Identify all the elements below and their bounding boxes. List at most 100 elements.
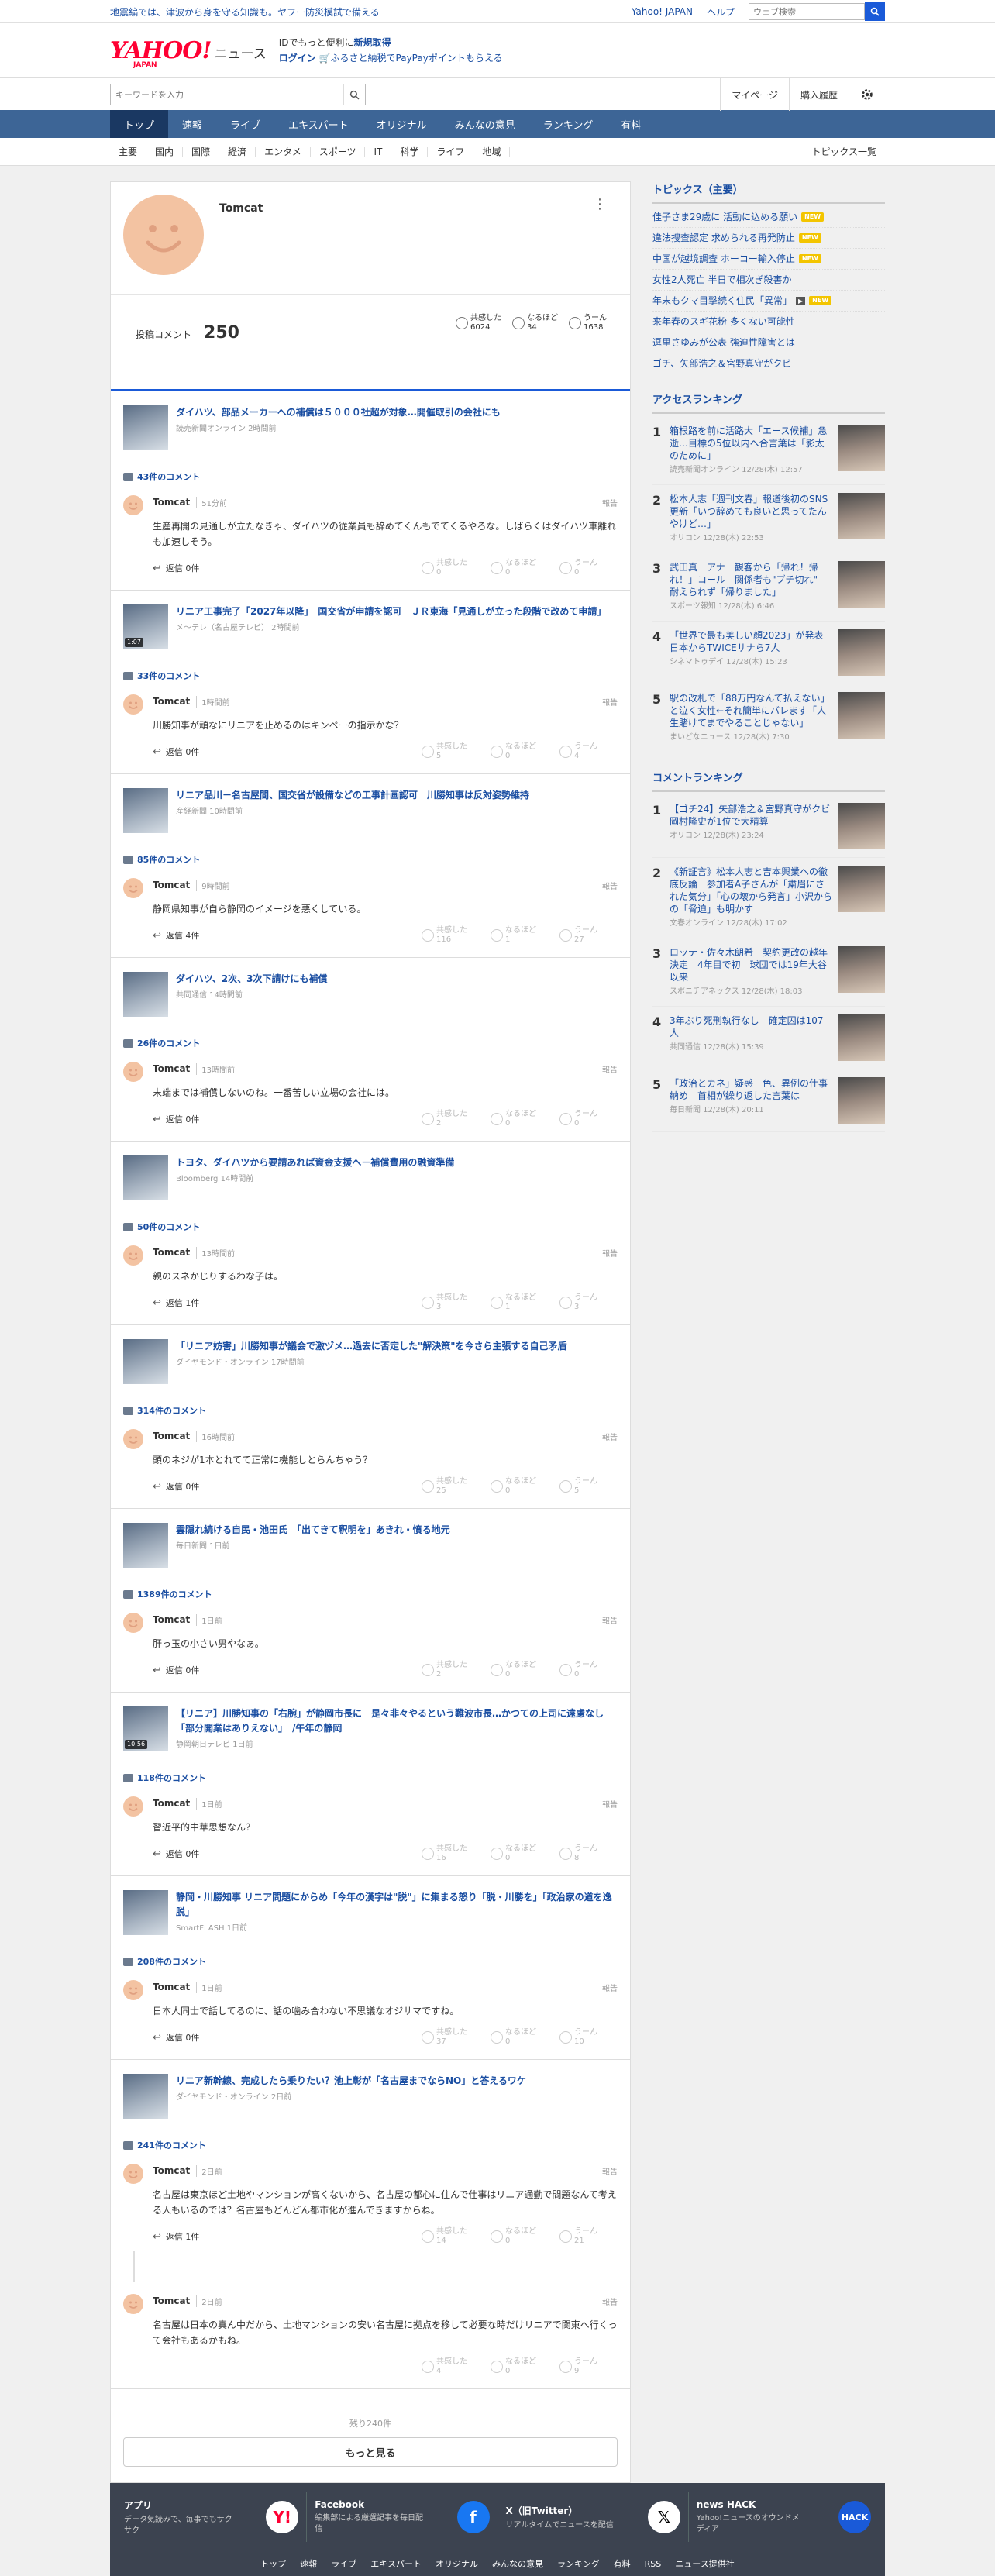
report-link[interactable]: 報告 — [602, 1798, 618, 1810]
article-title[interactable]: ダイハツ、部品メーカーへの補償は５０００社超が対象…開催取引の会社にも — [176, 405, 501, 420]
rank-thumbnail[interactable] — [838, 629, 885, 676]
nav-top[interactable]: トップ — [110, 110, 169, 138]
naruhodo-button[interactable]: なるほど 0 — [491, 1661, 549, 1679]
ranking-item[interactable]: 4 3年ぶり死刑執行なし 確定囚は107人 共同通信 12/28(木) 15:39 — [652, 1007, 885, 1069]
article-thumbnail[interactable]: 10:56 — [123, 1706, 168, 1751]
article-title[interactable]: 【リニア】川勝知事の「右腕」が静岡市長に 是々非々やるという難波市長…かつての上… — [176, 1706, 618, 1736]
reply-button[interactable]: ↩ 返信 1件 — [153, 1297, 199, 1309]
signup-link[interactable]: 新規取得 — [354, 37, 391, 48]
ranking-item[interactable]: 4 「世界で最も美しい顔2023」が発表 日本からTWICEサナら7人 シネマトゥデ… — [652, 622, 885, 684]
naruhodo-button[interactable]: なるほど 0 — [491, 2028, 549, 2047]
comment-user[interactable]: Tomcat — [153, 2295, 190, 2306]
nav-breaking[interactable]: 速報 — [168, 110, 216, 138]
article-title[interactable]: リニア品川－名古屋間、国交省が設備などの工事計画認可 川勝知事は反対姿勢維持 — [176, 788, 529, 803]
cat-business[interactable]: 経済 — [219, 146, 256, 157]
yahoo-japan-link[interactable]: Yahoo! JAPAN — [632, 6, 693, 17]
comment-count-link[interactable]: 1389件のコメント — [123, 1588, 618, 1600]
empathy-button[interactable]: 共感した 16 — [422, 1844, 480, 1863]
topic-link[interactable]: 女性2人死亡 半日で相次ぎ殺害か — [652, 270, 885, 291]
web-search-input[interactable] — [749, 3, 865, 20]
report-link[interactable]: 報告 — [602, 1614, 618, 1626]
article-link[interactable]: 「リニア妨害」川勝知事が議会で激ヅメ…過去に否定した"解決策"を今さら主張する自… — [123, 1339, 618, 1384]
reply-button[interactable]: ↩ 返信 0件 — [153, 1480, 199, 1493]
reply-button[interactable]: ↩ 返信 1件 — [153, 2230, 199, 2243]
reply-button[interactable]: ↩ 返信 0件 — [153, 1848, 199, 1860]
footer-link[interactable]: トップ — [260, 2557, 286, 2570]
footer-link[interactable]: ランキング — [557, 2557, 600, 2570]
article-thumbnail[interactable] — [123, 2074, 168, 2119]
rank-title[interactable]: ロッテ・佐々木朗希 契約更改の越年決定 4年目で初 球団では19年大谷以来 — [670, 946, 832, 983]
rank-title[interactable]: 3年ぶり死刑執行なし 確定囚は107人 — [670, 1014, 832, 1039]
reply-button[interactable]: ↩ 返信 4件 — [153, 929, 199, 942]
empathy-button[interactable]: 共感した 0 — [422, 559, 480, 577]
ranking-item[interactable]: 3 ロッテ・佐々木朗希 契約更改の越年決定 4年目で初 球団では19年大谷以来 スポ… — [652, 938, 885, 1007]
empathy-button[interactable]: 共感した 5 — [422, 742, 480, 761]
uun-button[interactable]: うーん 0 — [559, 1110, 618, 1128]
topics-list-link[interactable]: トピックス一覧 — [803, 146, 885, 157]
naruhodo-button[interactable]: なるほど 0 — [491, 1477, 549, 1496]
uun-button[interactable]: うーん 0 — [559, 559, 618, 577]
naruhodo-button[interactable]: なるほど 0 — [491, 559, 549, 577]
comment-user[interactable]: Tomcat — [153, 880, 190, 890]
reply-button[interactable]: ↩ 返信 0件 — [153, 1113, 199, 1125]
footer-link[interactable]: みんなの意見 — [492, 2557, 543, 2570]
comment-user[interactable]: Tomcat — [153, 2165, 190, 2176]
report-link[interactable]: 報告 — [602, 696, 618, 708]
report-link[interactable]: 報告 — [602, 880, 618, 891]
footer-link[interactable]: 速報 — [300, 2557, 317, 2570]
yahoo-news-logo[interactable]: YAHOO! ニュース — [110, 37, 267, 64]
comment-user[interactable]: Tomcat — [153, 1614, 190, 1625]
empathy-button[interactable]: 共感した 2 — [422, 1110, 480, 1128]
empathy-button[interactable]: 共感した 116 — [422, 926, 480, 945]
comment-count-link[interactable]: 208件のコメント — [123, 1955, 618, 1968]
disaster-notice-link[interactable]: 地震編では、津波から身を守る知識も。ヤフー防災模試で備える — [110, 5, 632, 19]
report-link[interactable]: 報告 — [602, 1063, 618, 1075]
comment-count-link[interactable]: 118件のコメント — [123, 1772, 618, 1784]
comment-user[interactable]: Tomcat — [153, 1431, 190, 1441]
article-title[interactable]: リニア工事完了「2027年以降」 国交省が申請を認可 ＪＲ東海「見通しが立った段… — [176, 604, 606, 619]
article-title[interactable]: リニア新幹線、完成したら乗りたい？池上彰が「名古屋までならNO」と答えるワケ — [176, 2074, 526, 2089]
uun-button[interactable]: うーん 4 — [559, 742, 618, 761]
article-link[interactable]: 静岡・川勝知事 リニア問題にからめ「今年の漢字は"脱"」に集まる怒り「脱・川勝を… — [123, 1890, 618, 1935]
purchase-history-link[interactable]: 購入履歴 — [788, 78, 849, 111]
article-link[interactable]: 1:07 リニア工事完了「2027年以降」 国交省が申請を認可 ＪＲ東海「見通しが… — [123, 604, 618, 649]
ranking-item[interactable]: 2 松本人志「週刊文春」報道後初のSNS更新「いつ辞めても良いと思ってたんやけど…… — [652, 485, 885, 553]
article-link[interactable]: リニア新幹線、完成したら乗りたい？池上彰が「名古屋までならNO」と答えるワケ ダイ… — [123, 2074, 618, 2119]
nav-live[interactable]: ライブ — [216, 110, 274, 138]
rank-title[interactable]: 松本人志「週刊文春」報道後初のSNS更新「いつ辞めても良いと思ってたんやけど…」 — [670, 493, 832, 530]
reply-button[interactable]: ↩ 返信 0件 — [153, 1664, 199, 1676]
uun-button[interactable]: うーん 3 — [559, 1293, 618, 1312]
article-title[interactable]: ダイハツ、2次、3次下請けにも補償 — [176, 972, 328, 987]
article-link[interactable]: リニア品川－名古屋間、国交省が設備などの工事計画認可 川勝知事は反対姿勢維持 産経… — [123, 788, 618, 833]
reply-button[interactable]: ↩ 返信 0件 — [153, 746, 199, 758]
article-title[interactable]: 「リニア妨害」川勝知事が議会で激ヅメ…過去に否定した"解決策"を今さら主張する自… — [176, 1339, 567, 1354]
article-link[interactable]: トヨタ、ダイハツから要請あれば資金支援へ－補償費用の融資準備 Bloomberg … — [123, 1155, 618, 1200]
rank-thumbnail[interactable] — [838, 493, 885, 539]
comment-user[interactable]: Tomcat — [153, 696, 190, 707]
furusato-link[interactable]: ふるさと納税でPayPayポイントもらえる — [331, 53, 503, 64]
report-link[interactable]: 報告 — [602, 1982, 618, 1993]
uun-button[interactable]: うーん 8 — [559, 1844, 618, 1863]
naruhodo-button[interactable]: なるほど 0 — [491, 742, 549, 761]
cat-it[interactable]: IT — [365, 146, 392, 157]
comment-user[interactable]: Tomcat — [153, 1063, 190, 1074]
reply-button[interactable]: ↩ 返信 0件 — [153, 562, 199, 574]
comment-count-link[interactable]: 314件のコメント — [123, 1404, 618, 1417]
ranking-item[interactable]: 2 《新証言》松本人志と吉本興業への徹底反論 参加者A子さんが「粛眉にされた気分」… — [652, 858, 885, 938]
report-link[interactable]: 報告 — [602, 2165, 618, 2177]
cat-sports[interactable]: スポーツ — [311, 146, 366, 157]
nav-ranking[interactable]: ランキング — [529, 110, 608, 138]
footer-link[interactable]: エキスパート — [370, 2557, 422, 2570]
rank-title[interactable]: 箱根路を前に活路大「エース候補」急逝…目標の5位以内へ合言葉は「影太のために」 — [670, 425, 832, 462]
uun-button[interactable]: うーん 27 — [559, 926, 618, 945]
article-link[interactable]: 10:56 【リニア】川勝知事の「右腕」が静岡市長に 是々非々やるという難波市長…… — [123, 1706, 618, 1751]
topic-link[interactable]: 佳子さま29歳に 活動に込める願い NEW — [652, 207, 885, 228]
nav-expert[interactable]: エキスパート — [274, 110, 363, 138]
uun-button[interactable]: うーん 5 — [559, 1477, 618, 1496]
comment-user[interactable]: Tomcat — [153, 497, 190, 508]
report-link[interactable]: 報告 — [602, 1431, 618, 1442]
rank-title[interactable]: 「世界で最も美しい顔2023」が発表 日本からTWICEサナら7人 — [670, 629, 833, 654]
topic-link[interactable]: 中国が越境調査 ホーコー輸入停止 NEW — [652, 249, 885, 270]
rank-title[interactable]: 武田真一アナ 観客から「帰れ！帰れ！」コール 関係者も"ブチ切れ" 耐えられず「… — [670, 561, 832, 598]
search-icon[interactable] — [865, 2, 885, 21]
